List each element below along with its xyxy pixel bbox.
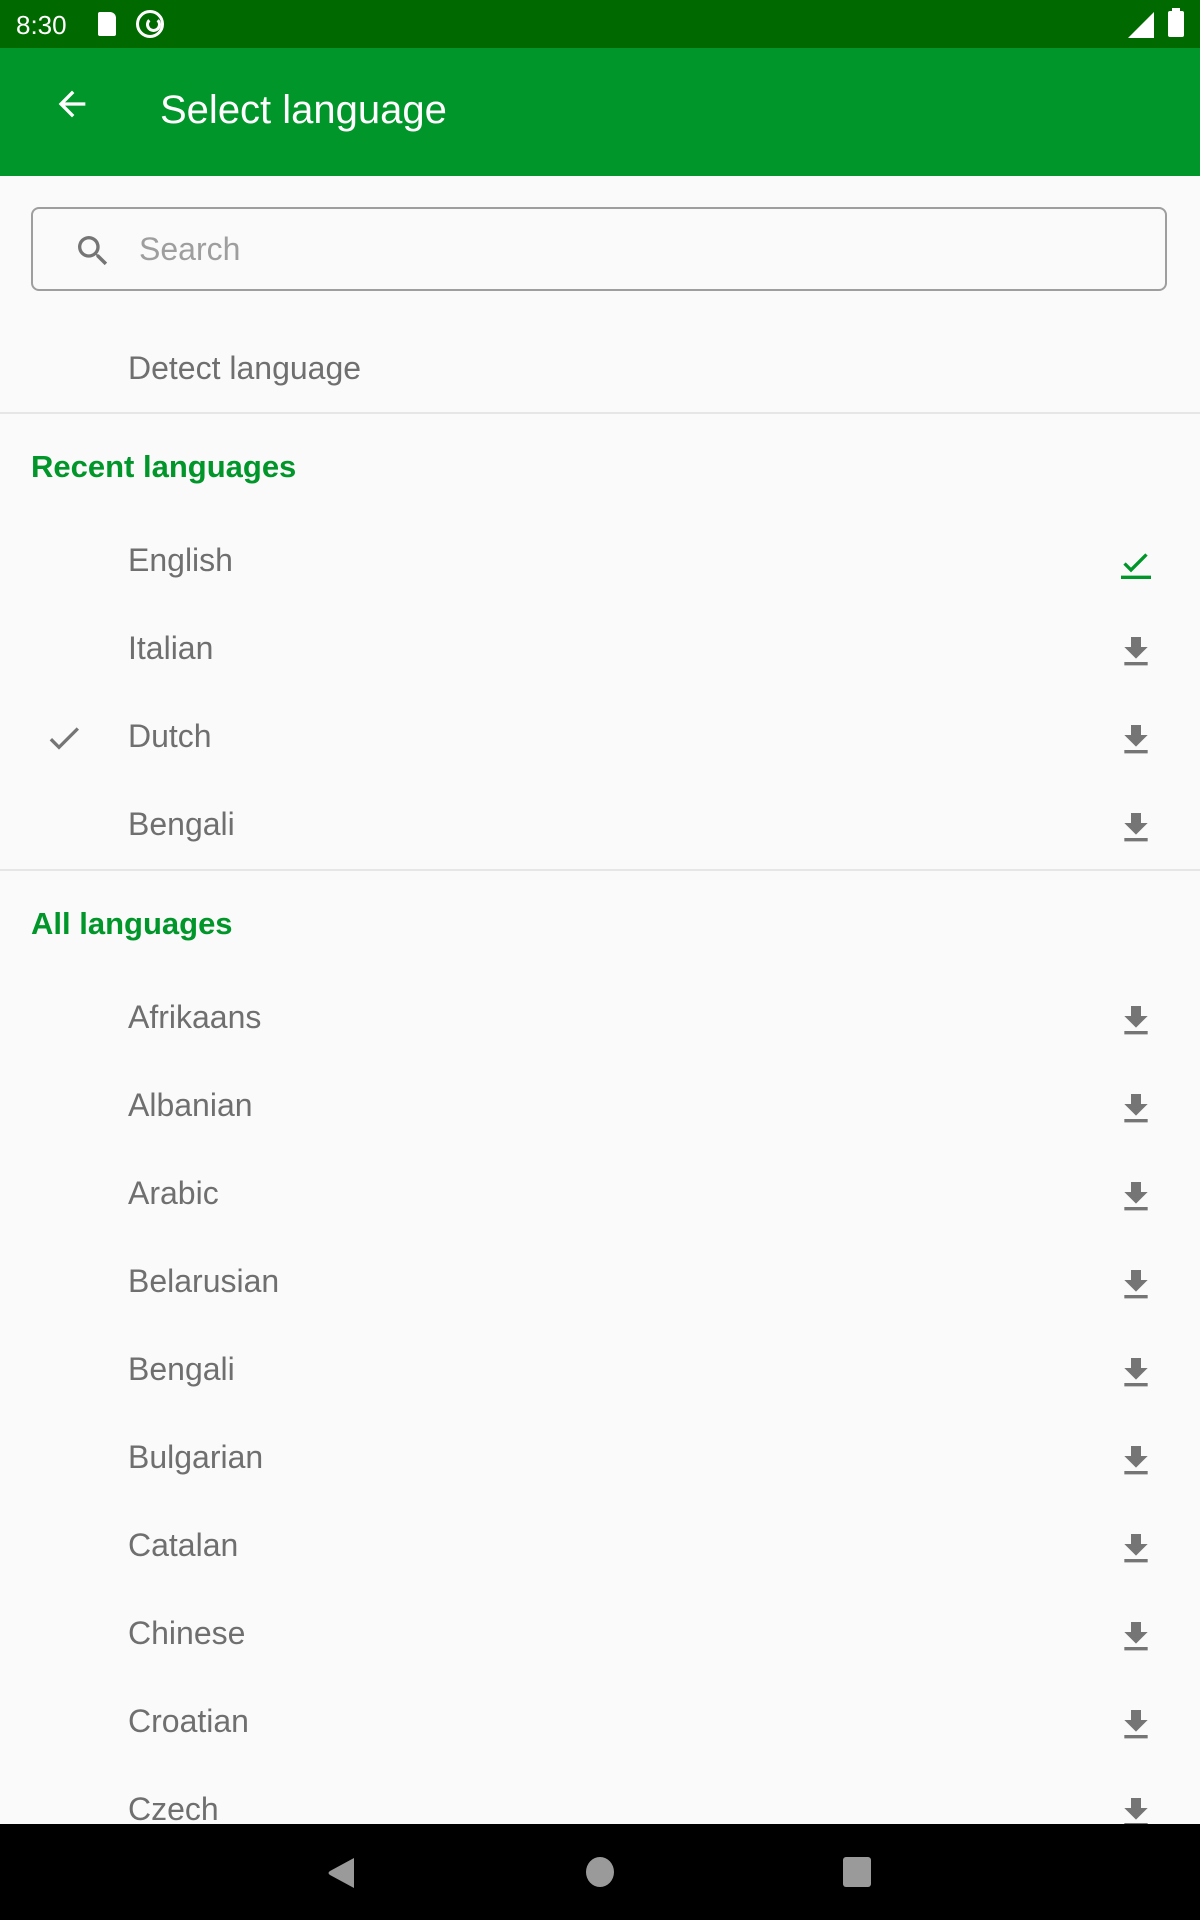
page-title: Select language (160, 88, 447, 132)
downloaded-check-icon (1121, 553, 1151, 579)
system-nav-bar (0, 1824, 1200, 1920)
divider (0, 869, 1200, 871)
downloaded-button[interactable] (1100, 530, 1164, 594)
download-button[interactable] (1100, 1515, 1164, 1579)
language-item[interactable]: Croatian (0, 1679, 1200, 1767)
nav-back-icon[interactable] (326, 1856, 356, 1890)
language-item[interactable]: Catalan (0, 1503, 1200, 1591)
divider (0, 412, 1200, 414)
language-label: Italian (128, 630, 214, 666)
language-label: Arabic (128, 1175, 219, 1211)
status-time: 8:30 (16, 10, 67, 40)
download-button[interactable] (1100, 618, 1164, 682)
recent-language-item[interactable]: Italian (0, 606, 1200, 694)
signal-no-data-icon (1128, 12, 1154, 38)
battery-icon (1168, 8, 1184, 37)
language-label: Bengali (128, 1351, 235, 1387)
all-languages-header: All languages (31, 906, 233, 941)
download-icon (1124, 1270, 1148, 1299)
q-icon (136, 10, 164, 38)
download-button[interactable] (1100, 1339, 1164, 1403)
download-icon (1124, 1358, 1148, 1387)
sd-card-icon (98, 12, 116, 36)
detect-language-label: Detect language (128, 350, 362, 386)
nav-home-icon[interactable] (586, 1857, 614, 1887)
download-icon (1124, 1446, 1148, 1475)
language-item[interactable]: Bulgarian (0, 1415, 1200, 1503)
recent-languages-header: Recent languages (31, 449, 297, 484)
download-icon (1124, 1534, 1148, 1563)
download-button[interactable] (1100, 1691, 1164, 1755)
language-item[interactable]: Bengali (0, 1327, 1200, 1415)
language-label: Catalan (128, 1527, 239, 1563)
language-item[interactable]: Belarusian (0, 1239, 1200, 1327)
download-button[interactable] (1100, 794, 1164, 858)
language-item[interactable]: Chinese (0, 1591, 1200, 1679)
language-item[interactable]: Arabic (0, 1151, 1200, 1239)
download-icon (1124, 725, 1148, 754)
status-bar: 8:30 (0, 0, 1200, 48)
download-button[interactable] (1100, 987, 1164, 1051)
download-button[interactable] (1100, 706, 1164, 770)
nav-recents-icon[interactable] (843, 1857, 871, 1887)
search-field[interactable] (31, 207, 1167, 291)
language-label: Bulgarian (128, 1439, 264, 1475)
download-icon (1124, 1006, 1148, 1035)
download-button[interactable] (1100, 1163, 1164, 1227)
language-label: Bengali (128, 806, 235, 842)
language-label: English (128, 542, 233, 578)
download-button[interactable] (1100, 1251, 1164, 1315)
search-input[interactable] (139, 227, 1139, 271)
download-icon (1124, 1182, 1148, 1211)
download-icon (1124, 1710, 1148, 1739)
language-label: Chinese (128, 1615, 246, 1651)
language-label: Albanian (128, 1087, 253, 1123)
language-item[interactable]: Albanian (0, 1063, 1200, 1151)
language-label: Dutch (128, 718, 212, 754)
detect-language-item[interactable]: Detect language (0, 324, 1200, 412)
recent-language-item[interactable]: English (0, 518, 1200, 606)
download-button[interactable] (1100, 1075, 1164, 1139)
language-label: Belarusian (128, 1263, 280, 1299)
download-button[interactable] (1100, 1427, 1164, 1491)
language-item[interactable]: Afrikaans (0, 975, 1200, 1063)
download-button[interactable] (1100, 1603, 1164, 1667)
download-icon (1124, 813, 1148, 842)
language-label: Croatian (128, 1703, 249, 1739)
download-icon (1124, 1622, 1148, 1651)
download-icon (1124, 637, 1148, 666)
search-icon (78, 236, 108, 266)
recent-language-item[interactable]: Bengali (0, 782, 1200, 870)
selected-check-icon (49, 727, 79, 750)
recent-language-item-selected[interactable]: Dutch (0, 694, 1200, 782)
download-icon (1124, 1094, 1148, 1123)
back-button[interactable] (40, 72, 104, 136)
app-bar: Select language (0, 48, 1200, 176)
language-label: Czech (128, 1791, 219, 1827)
language-label: Afrikaans (128, 999, 262, 1035)
arrow-left-icon (58, 90, 86, 118)
